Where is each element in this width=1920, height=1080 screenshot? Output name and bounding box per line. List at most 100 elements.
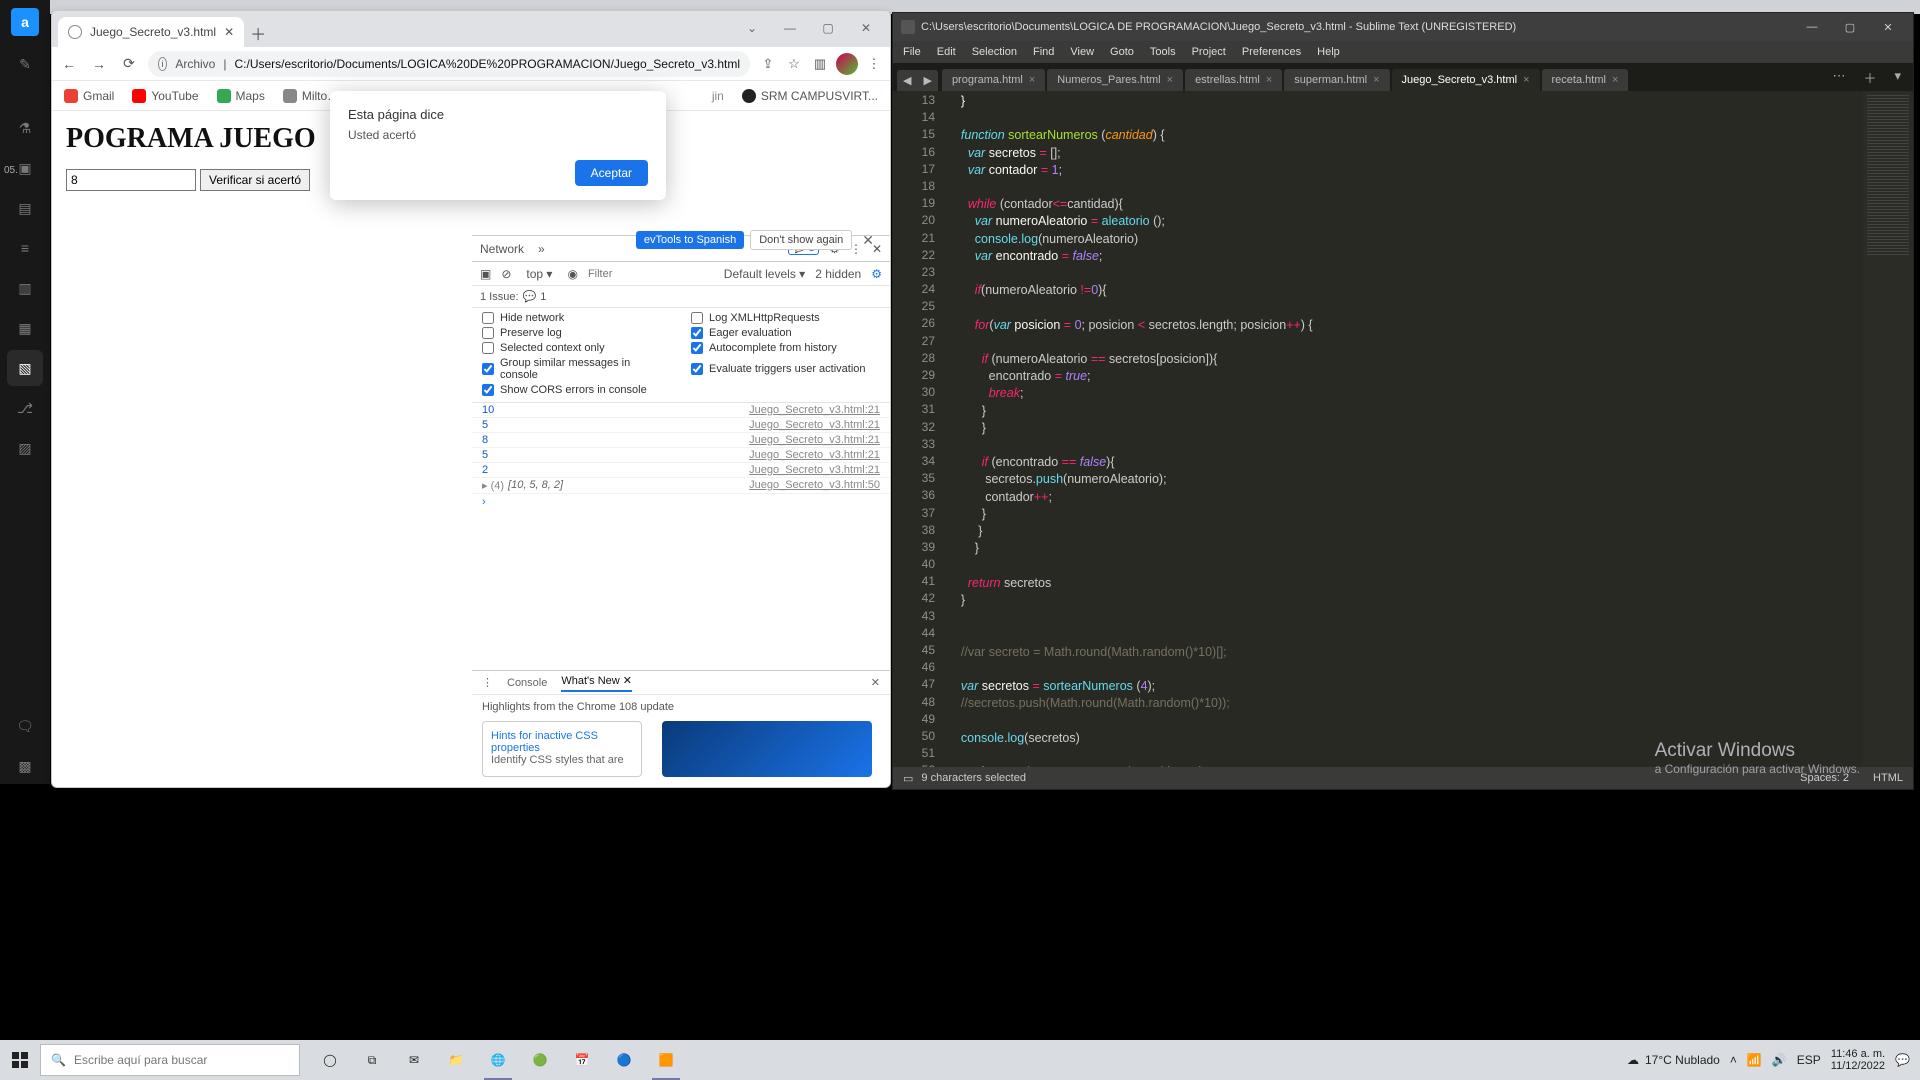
menu-edit[interactable]: Edit <box>937 46 956 58</box>
tray-network-icon[interactable]: 📶 <box>1747 1053 1762 1067</box>
discord-icon[interactable]: 🗨 <box>7 708 43 744</box>
tabs-overflow[interactable]: » <box>538 242 545 256</box>
edge-app[interactable]: 🟢 <box>520 1040 560 1080</box>
tray-lang[interactable]: ESP <box>1797 1053 1821 1067</box>
file-tab[interactable]: superman.html× <box>1284 69 1389 91</box>
close-tab-icon[interactable]: ✕ <box>224 25 234 39</box>
tray-chevron-icon[interactable]: ˄ <box>1730 1053 1737 1067</box>
setting-group[interactable]: Group similar messages in console <box>482 357 671 381</box>
setting-eager[interactable]: Eager evaluation <box>691 327 880 339</box>
sidebar-item[interactable]: ✎ <box>7 46 43 82</box>
menu-project[interactable]: Project <box>1192 46 1226 58</box>
menu-icon[interactable]: ⋮ <box>864 54 884 74</box>
app-logo-icon[interactable]: a <box>11 8 39 36</box>
devtools-translate-button[interactable]: evTools to Spanish <box>636 231 744 249</box>
tab-nav-left[interactable]: ◀ <box>897 70 917 91</box>
file-tab[interactable]: programa.html× <box>942 69 1045 91</box>
chrome-app[interactable]: 🌐 <box>478 1040 518 1080</box>
sidebar-item[interactable]: ▦ <box>7 310 43 346</box>
sublime-titlebar[interactable]: C:\Users\escritorio\Documents\LOGICA DE … <box>893 13 1913 41</box>
sidebar-item[interactable]: ▨ <box>7 430 43 466</box>
drawer-tab-whatsnew[interactable]: What's New ✕ <box>561 674 632 692</box>
menu-selection[interactable]: Selection <box>972 46 1017 58</box>
menu-find[interactable]: Find <box>1033 46 1054 58</box>
sidebar-item[interactable]: ⚗ <box>7 110 43 146</box>
minimize-icon[interactable]: — <box>772 17 808 39</box>
weather-widget[interactable]: ☁ 17°C Nublado <box>1627 1053 1720 1067</box>
levels-select[interactable]: Default levels ▾ <box>724 267 805 281</box>
code-editor[interactable]: } function sortearNumeros (cantidad) { v… <box>947 91 1861 767</box>
share-icon[interactable]: ⇪ <box>758 54 778 74</box>
status-syntax[interactable]: HTML <box>1873 772 1903 784</box>
maximize-icon[interactable]: ▢ <box>810 17 846 39</box>
forward-button[interactable]: → <box>88 53 110 75</box>
chevron-down-icon[interactable]: ⌄ <box>734 17 770 39</box>
maximize-icon[interactable]: ▢ <box>1833 17 1867 37</box>
menu-goto[interactable]: Goto <box>1110 46 1134 58</box>
inspect-icon[interactable]: ▣ <box>480 267 491 281</box>
file-tab-active[interactable]: Juego_Secreto_v3.html× <box>1392 69 1540 91</box>
guess-input[interactable] <box>66 169 196 191</box>
sidebar-item[interactable]: ≡ <box>7 230 43 266</box>
setting-triggers[interactable]: Evaluate triggers user activation <box>691 357 880 381</box>
file-tab[interactable]: receta.html× <box>1542 69 1629 91</box>
calendar-app[interactable]: 📅 <box>562 1040 602 1080</box>
taskbar-search[interactable]: 🔍 Escribe aquí para buscar <box>40 1044 300 1076</box>
sidebar-item-active[interactable]: ▧ <box>7 350 43 386</box>
mail-app[interactable]: ✉ <box>394 1040 434 1080</box>
setting-selected[interactable]: Selected context only <box>482 342 671 354</box>
close-icon[interactable]: ✕ <box>871 676 880 689</box>
sublime-menu[interactable]: File Edit Selection Find View Goto Tools… <box>893 41 1913 63</box>
hidden-count[interactable]: 2 hidden <box>815 267 861 281</box>
new-tab-button[interactable]: ＋ <box>244 19 272 47</box>
file-tab[interactable]: estrellas.html× <box>1185 69 1282 91</box>
taskbar-clock[interactable]: 11:46 a. m. 11/12/2022 <box>1831 1048 1885 1072</box>
tabs-overflow-icon[interactable]: ⋯ <box>1824 64 1853 91</box>
tabs-menu-icon[interactable]: ▾ <box>1886 64 1909 91</box>
close-icon[interactable]: ✕ <box>848 17 884 39</box>
file-tab[interactable]: Numeros_Pares.html× <box>1047 69 1183 91</box>
setting-log-xhr[interactable]: Log XMLHttpRequests <box>691 312 880 324</box>
eye-icon[interactable]: ◉ <box>567 267 577 281</box>
setting-autocomplete[interactable]: Autocomplete from history <box>691 342 880 354</box>
whatsnew-card[interactable]: Hints for inactive CSS properties Identi… <box>482 721 642 777</box>
bookmark-campus[interactable]: SRM CAMPUSVIRT... <box>742 89 878 103</box>
minimap[interactable] <box>1863 91 1913 767</box>
taskview-icon[interactable]: ◯ <box>310 1040 350 1080</box>
back-button[interactable]: ← <box>58 53 80 75</box>
bookmark-maps[interactable]: Maps <box>217 89 265 103</box>
sublime-app[interactable]: 🟧 <box>646 1040 686 1080</box>
bookmark-gmail[interactable]: Gmail <box>64 89 114 103</box>
tab-network[interactable]: Network <box>480 242 524 256</box>
menu-view[interactable]: View <box>1070 46 1094 58</box>
minimize-icon[interactable]: — <box>1795 17 1829 37</box>
context-select[interactable]: top ▾ <box>521 265 557 283</box>
sidebar-item[interactable]: ▥ <box>7 270 43 306</box>
sidebar-item[interactable]: ⎇ <box>7 390 43 426</box>
menu-tools[interactable]: Tools <box>1150 46 1176 58</box>
status-panel-icon[interactable]: ▭ <box>903 772 913 785</box>
taskview-button[interactable]: ⧉ <box>352 1040 392 1080</box>
dialog-ok-button[interactable]: Aceptar <box>575 160 648 186</box>
issues-label[interactable]: 1 Issue: <box>480 291 519 303</box>
start-button[interactable] <box>0 1040 40 1080</box>
browser-tab[interactable]: Juego_Secreto_v3.html ✕ <box>58 17 244 47</box>
console-log[interactable]: 10Juego_Secreto_v3.html:21 5Juego_Secret… <box>472 403 890 670</box>
close-icon[interactable]: ✕ <box>858 232 878 249</box>
filter-input[interactable] <box>588 268 668 280</box>
tray-volume-icon[interactable]: 🔊 <box>1772 1053 1787 1067</box>
sidebar-item[interactable]: ▩ <box>7 748 43 784</box>
clear-icon[interactable]: ⊘ <box>501 267 511 281</box>
drawer-tab-console[interactable]: Console <box>507 677 547 689</box>
sidebar-item[interactable]: ▤ <box>7 190 43 226</box>
setting-hide-network[interactable]: Hide network <box>482 312 671 324</box>
address-bar[interactable]: i Archivo | C:/Users/escritorio/Document… <box>148 51 750 77</box>
explorer-app[interactable]: 📁 <box>436 1040 476 1080</box>
profile-avatar[interactable] <box>836 53 858 75</box>
setting-preserve[interactable]: Preserve log <box>482 327 671 339</box>
sidepanel-icon[interactable]: ▥ <box>810 54 830 74</box>
tab-nav-right[interactable]: ▶ <box>917 70 937 91</box>
star-icon[interactable]: ☆ <box>784 54 804 74</box>
app-icon[interactable]: 🔵 <box>604 1040 644 1080</box>
setting-cors[interactable]: Show CORS errors in console <box>482 384 671 396</box>
